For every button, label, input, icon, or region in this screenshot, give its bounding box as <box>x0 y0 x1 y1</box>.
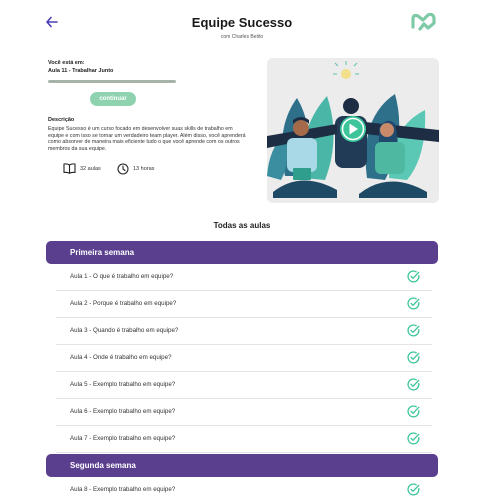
lesson-label: Aula 3 - Quando é trabalho em equipe? <box>70 327 179 334</box>
lesson-label: Aula 1 - O que é trabalho em equipe? <box>70 273 174 280</box>
current-location-label: Você está em: <box>48 60 85 66</box>
lesson-count: 32 aulas <box>63 163 101 174</box>
lesson-count-label: 32 aulas <box>80 165 101 172</box>
description-text: Equipe Sucesso é um curso focado em dese… <box>48 126 246 153</box>
lesson-label: Aula 2 - Porque é trabalho em equipe? <box>70 300 177 307</box>
lesson-row[interactable]: Aula 4 - Onde é trabalho em equipe? <box>56 345 432 372</box>
course-progress-bar <box>48 80 176 83</box>
description-heading: Descrição <box>48 117 75 123</box>
check-circle-icon <box>407 297 420 310</box>
check-circle-icon <box>407 378 420 391</box>
lesson-row[interactable]: Aula 6 - Exemplo trabalho em equipe? <box>56 399 432 426</box>
brand-logo-icon <box>411 12 436 31</box>
lesson-row[interactable]: Aula 7 - Exemplo trabalho em equipe? <box>56 426 432 453</box>
all-lessons-heading: Todas as aulas <box>213 221 271 230</box>
clock-icon <box>117 163 129 175</box>
check-circle-icon <box>407 483 420 496</box>
check-circle-icon <box>407 351 420 364</box>
week-2-header[interactable]: Segunda semana <box>46 454 438 477</box>
lesson-label: Aula 8 - Exemplo trabalho em equipe? <box>70 486 176 493</box>
lesson-row[interactable]: Aula 2 - Porque é trabalho em equipe? <box>56 291 432 318</box>
week-1-header[interactable]: Primeira semana <box>46 241 438 264</box>
current-lesson: Aula 11 - Trabalhar Junto <box>48 68 114 74</box>
check-circle-icon <box>407 324 420 337</box>
page-subtitle: com Charles Betito <box>220 34 264 40</box>
lesson-label: Aula 5 - Exemplo trabalho em equipe? <box>70 381 176 388</box>
course-progress-fill <box>48 80 176 83</box>
lesson-row[interactable]: Aula 3 - Quando é trabalho em equipe? <box>56 318 432 345</box>
check-circle-icon <box>407 270 420 283</box>
check-circle-icon <box>407 405 420 418</box>
lesson-label: Aula 6 - Exemplo trabalho em equipe? <box>70 408 176 415</box>
continue-button[interactable]: continuar <box>90 92 136 106</box>
course-duration-label: 13 horas <box>133 166 155 172</box>
check-circle-icon <box>407 432 420 445</box>
lesson-row[interactable]: Aula 8 - Exemplo trabalho em equipe? <box>56 477 432 502</box>
lesson-row[interactable]: Aula 5 - Exemplo trabalho em equipe? <box>56 372 432 399</box>
course-duration: 13 horas <box>117 163 154 175</box>
lesson-label: Aula 7 - Exemplo trabalho em equipe? <box>70 435 176 442</box>
lesson-label: Aula 4 - Onde é trabalho em equipe? <box>70 354 172 361</box>
book-icon <box>63 163 76 174</box>
course-illustration <box>267 58 439 203</box>
course-video-player[interactable] <box>267 58 439 203</box>
lesson-row[interactable]: Aula 1 - O que é trabalho em equipe? <box>56 264 432 291</box>
